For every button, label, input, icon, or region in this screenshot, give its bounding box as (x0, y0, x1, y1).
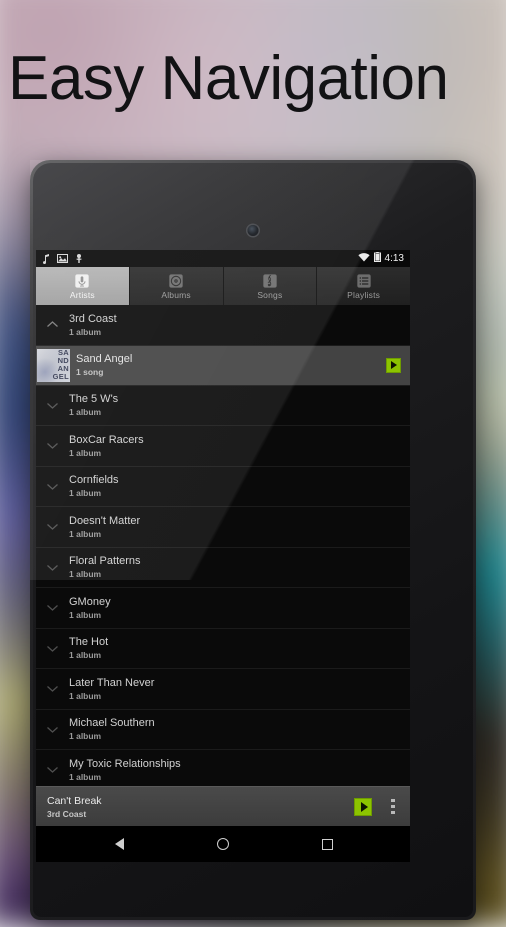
list-item[interactable]: The 5 W's 1 album (36, 385, 410, 426)
tab-songs[interactable]: Songs (223, 267, 318, 305)
chevron-down-icon[interactable] (36, 441, 69, 450)
chevron-down-icon[interactable] (36, 765, 69, 774)
battery-icon (373, 252, 381, 265)
list-item[interactable]: Doesn't Matter 1 album (36, 507, 410, 548)
album-art: SA ND AN GEL (37, 348, 70, 382)
list-item-text: The Hot 1 album (69, 636, 108, 660)
status-bar-left-icons (42, 253, 358, 264)
chevron-down-icon[interactable] (36, 522, 69, 531)
list-item-title: Later Than Never (69, 676, 155, 689)
list-item-text: 3rd Coast 1 album (69, 313, 117, 337)
list-item-title: 3rd Coast (69, 312, 117, 325)
list-item[interactable]: Floral Patterns 1 album (36, 547, 410, 588)
treble-clef-icon (263, 273, 277, 288)
list-item[interactable]: GMoney 1 album (36, 588, 410, 629)
list-item-subtitle: 1 album (69, 488, 102, 499)
chevron-down-icon[interactable] (36, 725, 69, 734)
chevron-down-icon[interactable] (36, 644, 69, 653)
list-item-title: Michael Southern (69, 717, 155, 730)
status-bar-right: 4:13 (357, 252, 404, 265)
wifi-icon (357, 252, 370, 265)
list-item-subtitle: 1 album (69, 569, 102, 580)
album-item-title: Sand Angel (76, 353, 133, 365)
now-playing-bar[interactable]: Can't Break 3rd Coast (36, 786, 410, 826)
tab-playlists-label: Playlists (347, 289, 381, 300)
list-item-title: BoxCar Racers (69, 433, 144, 446)
chevron-down-icon[interactable] (36, 563, 69, 572)
chevron-down-icon[interactable] (36, 482, 69, 491)
list-item[interactable]: Cornfields 1 album (36, 466, 410, 507)
tablet-screen: 4:13 Artists Albums Songs Playlists 3rd … (36, 250, 410, 862)
usb-icon (75, 253, 83, 264)
artist-list[interactable]: 3rd Coast 1 album SA ND AN GEL Sand Angel 1… (36, 305, 410, 786)
chevron-up-icon[interactable] (36, 320, 69, 329)
list-item-text: My Toxic Relationships 1 album (69, 758, 181, 782)
album-item-text: Sand Angel 1 song (76, 353, 386, 377)
recents-icon[interactable] (310, 827, 344, 861)
list-item-title: My Toxic Relationships (69, 757, 181, 770)
list-item-text: BoxCar Racers 1 album (69, 434, 144, 458)
list-item-subtitle: 1 album (69, 407, 102, 418)
tab-albums[interactable]: Albums (129, 267, 224, 305)
list-icon (356, 273, 371, 288)
list-item-text: Cornfields 1 album (69, 474, 119, 498)
list-item-title: The 5 W's (69, 393, 119, 406)
list-item[interactable]: The Hot 1 album (36, 628, 410, 669)
list-item-text: Floral Patterns 1 album (69, 555, 141, 579)
back-icon[interactable] (102, 827, 136, 861)
chevron-down-icon[interactable] (36, 401, 69, 410)
album-list-item[interactable]: SA ND AN GEL Sand Angel 1 song (36, 345, 410, 386)
now-playing-title: Can't Break (47, 794, 102, 807)
list-item-title: GMoney (69, 595, 111, 608)
tab-artists[interactable]: Artists (36, 267, 130, 305)
list-item-subtitle: 1 album (69, 771, 102, 782)
list-item[interactable]: BoxCar Racers 1 album (36, 426, 410, 467)
list-item-subtitle: 1 album (69, 609, 102, 620)
status-bar-clock: 4:13 (384, 253, 404, 264)
chevron-down-icon[interactable] (36, 603, 69, 612)
now-playing-text: Can't Break 3rd Coast (36, 795, 354, 819)
list-item-subtitle: 1 album (69, 447, 102, 458)
list-item[interactable]: 3rd Coast 1 album (36, 305, 410, 346)
tab-songs-label: Songs (257, 289, 283, 300)
list-item-title: Cornfields (69, 474, 119, 487)
tab-artists-label: Artists (69, 289, 95, 300)
microphone-icon (75, 273, 90, 288)
tab-albums-label: Albums (161, 289, 191, 300)
tab-playlists[interactable]: Playlists (317, 267, 410, 305)
list-item-text: Later Than Never 1 album (69, 677, 154, 701)
android-nav-bar (36, 826, 410, 862)
chevron-down-icon[interactable] (36, 684, 69, 693)
list-item-subtitle: 1 album (69, 731, 102, 742)
list-item-subtitle: 1 album (69, 528, 102, 539)
now-playing-artist: 3rd Coast (47, 808, 87, 819)
list-item-text: Michael Southern 1 album (69, 717, 155, 741)
disc-icon (169, 273, 183, 288)
music-note-icon (42, 253, 50, 264)
list-item[interactable]: Michael Southern 1 album (36, 709, 410, 750)
home-icon[interactable] (206, 827, 240, 861)
play-icon[interactable] (354, 797, 372, 816)
album-art-text: SA ND AN GEL (52, 348, 69, 382)
list-item-text: Doesn't Matter 1 album (69, 515, 140, 539)
list-item-subtitle: 1 album (69, 650, 102, 661)
album-item-subtitle: 1 song (76, 367, 104, 377)
status-bar: 4:13 (36, 250, 410, 267)
list-item-subtitle: 1 album (69, 690, 102, 701)
list-item-title: Doesn't Matter (69, 514, 141, 527)
list-item[interactable]: Later Than Never 1 album (36, 669, 410, 710)
page-title: Easy Navigation (8, 44, 449, 113)
list-item-text: The 5 W's 1 album (69, 393, 118, 417)
list-item-text: GMoney 1 album (69, 596, 111, 620)
list-item-subtitle: 1 album (69, 326, 102, 337)
list-item-title: The Hot (69, 636, 109, 649)
front-camera-icon (247, 225, 259, 236)
tab-bar: Artists Albums Songs Playlists (36, 267, 410, 305)
list-item-title: Floral Patterns (69, 555, 141, 568)
screenshot-icon (57, 254, 68, 263)
overflow-menu-icon[interactable] (382, 794, 404, 820)
play-icon[interactable] (386, 357, 401, 373)
list-item[interactable]: My Toxic Relationships 1 album (36, 750, 410, 786)
